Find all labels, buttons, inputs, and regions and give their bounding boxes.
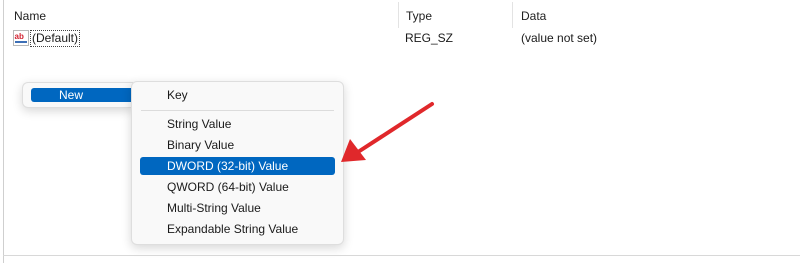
table-row[interactable]: ab (Default) REG_SZ (value not set) (4, 28, 800, 48)
list-header: Name Type Data (4, 0, 800, 30)
svg-text:ab: ab (15, 32, 24, 41)
submenu-item-expandable-string-value[interactable]: Expandable String Value (140, 220, 335, 238)
submenu-item-qword-value[interactable]: QWORD (64-bit) Value (140, 178, 335, 196)
column-divider[interactable] (398, 2, 399, 28)
column-header-data[interactable]: Data (521, 6, 791, 26)
submenu-item-label: Multi-String Value (167, 201, 261, 215)
arrow-head (341, 139, 366, 162)
submenu-item-label: DWORD (32-bit) Value (167, 159, 289, 173)
pane-bottom-border (3, 255, 800, 256)
column-header-type[interactable]: Type (406, 6, 506, 26)
new-submenu: Key String Value Binary Value DWORD (32-… (131, 81, 344, 245)
context-menu: New › (22, 82, 149, 108)
value-type: REG_SZ (405, 31, 454, 45)
submenu-item-label: Binary Value (167, 138, 235, 152)
submenu-item-string-value[interactable]: String Value (140, 115, 335, 133)
submenu-item-multi-string-value[interactable]: Multi-String Value (140, 199, 335, 217)
menu-separator (141, 110, 334, 111)
submenu-item-key[interactable]: Key (140, 86, 335, 104)
column-divider[interactable] (512, 2, 513, 28)
submenu-item-label: Expandable String Value (167, 222, 299, 236)
submenu-item-label: String Value (167, 117, 232, 131)
submenu-item-binary-value[interactable]: Binary Value (140, 136, 335, 154)
submenu-item-label: Key (167, 88, 188, 102)
menu-item-new-label: New (59, 88, 84, 102)
submenu-item-dword-value[interactable]: DWORD (32-bit) Value (140, 157, 335, 175)
value-name-default[interactable]: (Default) (30, 30, 81, 47)
value-data: (value not set) (521, 31, 598, 45)
column-header-name[interactable]: Name (14, 6, 394, 26)
registry-editor-value-pane: Name Type Data ab (Default) REG_SZ (valu… (0, 0, 800, 263)
arrow-shaft (356, 102, 434, 154)
submenu-item-label: QWORD (64-bit) Value (167, 180, 289, 194)
ab-string-icon: ab (13, 30, 29, 46)
